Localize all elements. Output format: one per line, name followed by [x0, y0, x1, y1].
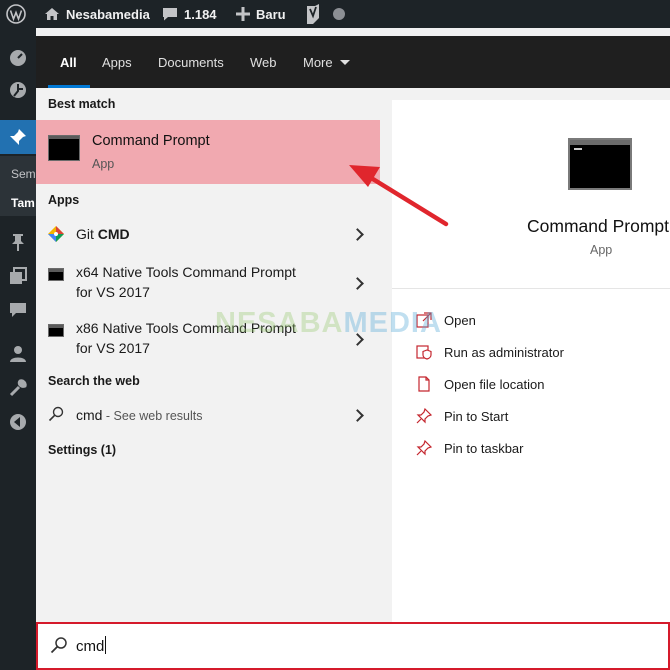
dashboard-icon[interactable] — [8, 48, 28, 68]
action-open-label: Open — [444, 312, 476, 328]
command-prompt-icon — [48, 135, 80, 161]
git-cmd-match: CMD — [97, 226, 130, 242]
start-menu: All Apps Documents Web More Best match C… — [36, 36, 670, 670]
tab-web[interactable]: Web — [250, 36, 277, 88]
list-item-git-cmd[interactable]: Git CMD — [36, 214, 380, 254]
tools-icon[interactable] — [8, 378, 28, 398]
best-match-title: Command Prompt — [92, 133, 210, 149]
chevron-right-icon[interactable] — [351, 228, 364, 241]
results-list: Best match Command Prompt App Apps Git C… — [36, 88, 380, 622]
list-item-x64-tools[interactable]: x64 Native Tools Command Prompt for VS 2… — [36, 260, 380, 308]
yoast-icon[interactable] — [305, 0, 321, 28]
detail-title: Command Prompt — [527, 216, 669, 236]
pin-icon — [8, 127, 28, 147]
action-open-file-location-label: Open file location — [444, 376, 545, 392]
tab-more-label: More — [303, 54, 333, 70]
search-icon — [48, 406, 64, 422]
site-name: Nesabamedia — [66, 6, 150, 22]
wordpress-logo-icon[interactable] — [6, 0, 26, 28]
collapse-menu-icon[interactable] — [8, 412, 28, 432]
chevron-down-icon — [339, 59, 350, 65]
new-label: Baru — [256, 6, 286, 22]
search-tabs: All Apps Documents Web More — [36, 36, 670, 88]
status-dot-icon — [333, 8, 345, 20]
git-cmd-prefix: Git — [76, 226, 98, 242]
wp-admin-bar: Nesabamedia 1.184 Baru — [0, 0, 670, 28]
home-icon — [45, 8, 59, 20]
media-icon[interactable] — [8, 266, 28, 286]
thumbtack-icon[interactable] — [8, 232, 28, 252]
comments-link[interactable]: 1.184 — [162, 0, 217, 28]
x64-tools-line2: for VS 2017 — [76, 284, 150, 300]
comments-count: 1.184 — [184, 6, 217, 22]
command-prompt-icon — [48, 268, 64, 281]
sidebar-subitem-add[interactable]: Tam — [11, 196, 36, 210]
list-item-web-search[interactable]: cmd - See web results — [36, 396, 380, 436]
detail-pane: Command Prompt App Open Run as administr… — [380, 88, 670, 622]
best-match-item[interactable]: Command Prompt App — [36, 120, 380, 184]
apps-heading: Apps — [48, 193, 80, 207]
search-web-heading: Search the web — [48, 374, 140, 388]
search-icon — [50, 637, 67, 654]
sidebar-subitem-all[interactable]: Sem — [11, 167, 36, 181]
pin-icon — [416, 408, 432, 424]
action-run-as-admin-label: Run as administrator — [444, 344, 564, 360]
x86-tools-line2: for VS 2017 — [76, 340, 150, 356]
comments-icon[interactable] — [8, 300, 28, 320]
search-value: cmd — [76, 638, 105, 655]
command-prompt-icon — [568, 138, 632, 190]
search-box[interactable]: cmd — [36, 622, 670, 670]
text-cursor — [105, 636, 107, 654]
detail-card: Command Prompt App Open Run as administr… — [392, 100, 670, 622]
wp-admin-sidebar: Sem Tam — [0, 28, 36, 670]
best-match-subtitle: App — [92, 157, 115, 171]
best-match-heading: Best match — [48, 97, 116, 111]
chevron-right-icon[interactable] — [351, 409, 364, 422]
search-input[interactable]: cmd — [76, 636, 107, 655]
x64-tools-line1: x64 Native Tools Command Prompt — [76, 264, 296, 280]
web-query-suffix: - See web results — [102, 409, 203, 423]
command-prompt-icon — [48, 324, 64, 337]
settings-heading[interactable]: Settings (1) — [48, 443, 116, 457]
chevron-right-icon[interactable] — [351, 277, 364, 290]
plus-icon — [236, 7, 250, 21]
site-name-link[interactable]: Nesabamedia — [44, 0, 150, 28]
watermark-logo: NESABAMEDIA — [215, 307, 442, 339]
web-query: cmd — [76, 407, 103, 423]
git-icon — [48, 226, 64, 242]
action-pin-to-start-label: Pin to Start — [444, 408, 509, 424]
file-icon — [418, 376, 430, 392]
divider — [392, 288, 670, 289]
pin-icon — [416, 440, 432, 456]
detail-subtitle: App — [590, 243, 613, 257]
tab-apps[interactable]: Apps — [102, 36, 132, 88]
users-icon[interactable] — [8, 344, 28, 364]
shield-icon — [416, 345, 432, 360]
tab-all[interactable]: All — [60, 36, 77, 88]
tab-documents[interactable]: Documents — [158, 36, 224, 88]
comment-icon — [163, 8, 177, 21]
jetpack-icon[interactable] — [8, 80, 28, 100]
action-pin-to-taskbar-label: Pin to taskbar — [444, 440, 524, 456]
new-content-link[interactable]: Baru — [236, 0, 286, 28]
tab-more[interactable]: More — [303, 36, 350, 88]
